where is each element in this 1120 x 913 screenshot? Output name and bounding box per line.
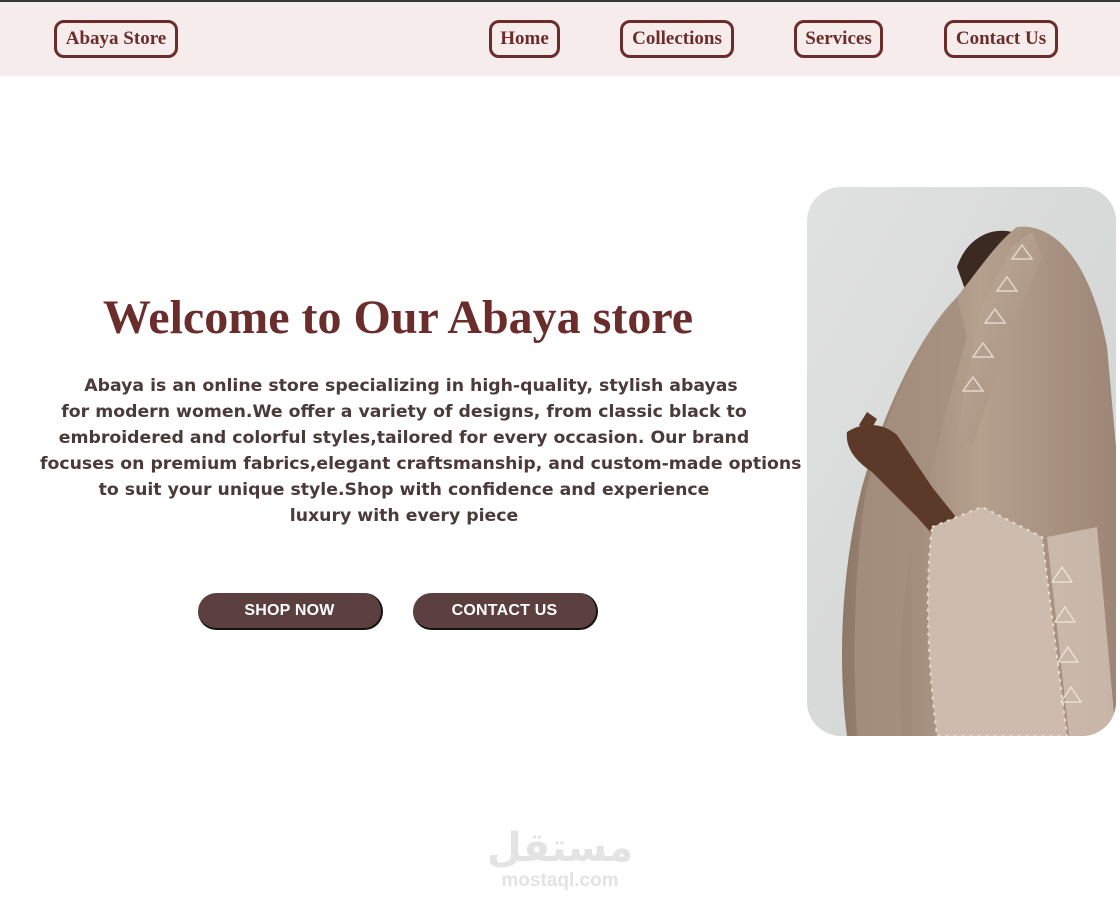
hero-description-line: focuses on premium fabrics,elegant craft… — [40, 454, 802, 474]
navbar: Abaya Store Home Collections Services Co… — [0, 2, 1120, 76]
hero-description: Abaya is an online store specializing in… — [40, 373, 802, 529]
watermark-url: mostaql.com — [501, 870, 619, 891]
nav-link-collections[interactable]: Collections — [620, 20, 734, 58]
brand-logo-button[interactable]: Abaya Store — [54, 20, 178, 58]
nav-link-contact-us[interactable]: Contact Us — [944, 20, 1058, 58]
hero-description-line: to suit your unique style.Shop with conf… — [98, 480, 710, 500]
watermark-arabic-logo: مستقل — [486, 825, 634, 871]
hero-description-line: for modern women.We offer a variety of d… — [61, 402, 747, 422]
hero-title: Welcome to Our Abaya store — [102, 291, 694, 344]
contact-us-button[interactable]: CONTACT US — [413, 593, 598, 630]
hero-description-line: Abaya is an online store specializing in… — [84, 376, 738, 396]
hero-description-line: embroidered and colorful styles,tailored… — [58, 428, 750, 448]
nav-link-services[interactable]: Services — [794, 20, 883, 58]
hero-description-line: luxury with every piece — [289, 506, 519, 526]
shop-now-button[interactable]: SHOP NOW — [198, 593, 383, 630]
mostaql-watermark: مستقل mostaql.com — [460, 826, 660, 892]
abaya-model-photo — [807, 187, 1116, 736]
nav-link-home[interactable]: Home — [489, 20, 560, 58]
